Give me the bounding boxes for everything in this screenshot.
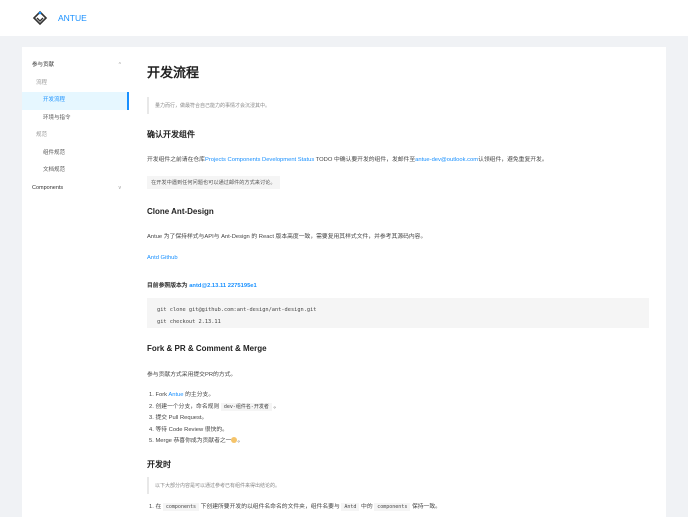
developing-list: 1. 在 components 下创建所要开发的以组件名命名的文件夹，组件名要与… bbox=[149, 501, 441, 513]
text: 认领组件，避免重复开发。 bbox=[478, 157, 548, 163]
content-card: 参与贡献 ^ 流程 开发流程 环境与指令 规范 组件规范 文档规范 Compone… bbox=[22, 47, 666, 517]
menu-item-doc-standards[interactable]: 文档规范 bbox=[22, 162, 129, 180]
pr-steps-list: 1. Fork Antue 的主分支。 2. 创建一个分支，命名规则 dev-组… bbox=[149, 389, 279, 447]
intro-quote: 量力而行，做最符合自己能力的事情才会沉浸其中。 bbox=[147, 97, 652, 114]
num: 1. bbox=[149, 392, 154, 398]
text: 的主分支。 bbox=[183, 392, 215, 398]
sidebar-menu: 参与贡献 ^ 流程 开发流程 环境与指令 规范 组件规范 文档规范 Compone… bbox=[22, 57, 129, 197]
text: 保持一致。 bbox=[410, 504, 441, 510]
num: 3. bbox=[149, 415, 154, 421]
menu-label: 参与贡献 bbox=[32, 62, 55, 68]
text: TODO 中确认要开发的组件，发邮件至 bbox=[314, 157, 416, 163]
text: 。 bbox=[271, 403, 280, 410]
text: 开发组件之前请在仓库 bbox=[147, 157, 205, 163]
menu-group-standards: 规范 bbox=[36, 132, 48, 138]
list-item: 2. 创建一个分支，命名规则 dev-组件名-开发者 。 bbox=[149, 401, 279, 413]
email-link[interactable]: antue-dev@outlook.com bbox=[415, 157, 478, 163]
num: 1. bbox=[149, 504, 154, 510]
heading-confirm: 确认开发组件 bbox=[147, 130, 195, 139]
menu-item-component-standards[interactable]: 组件规范 bbox=[22, 145, 129, 163]
page-title: 开发流程 bbox=[147, 65, 200, 80]
heading-fork-pr: Fork & PR & Comment & Merge bbox=[147, 344, 267, 353]
text: 。 bbox=[237, 438, 244, 444]
antue-link[interactable]: Antue bbox=[168, 392, 183, 398]
inline-code: components bbox=[162, 503, 199, 511]
menu-label: Components bbox=[32, 184, 64, 191]
inline-code: Antd bbox=[341, 503, 360, 511]
num: 4. bbox=[149, 426, 154, 433]
menu-group-process: 流程 bbox=[36, 79, 48, 86]
menu-item-env-commands[interactable]: 环境与指令 bbox=[22, 110, 129, 128]
code-line: git clone git@github.com:ant-design/ant-… bbox=[157, 307, 317, 313]
list-item: 5. Merge 恭喜你成为贡献者之一。 bbox=[149, 435, 279, 447]
inline-code: dev-组件名-开发者 bbox=[220, 402, 272, 411]
antd-github-link[interactable]: Antd Github bbox=[147, 255, 178, 261]
developing-quote: 以下大部分内容是可以通过参考已有组件来得出结论的。 bbox=[147, 477, 652, 494]
version-line: 目前参照版本为 antd@2.13.11 2275195e1 bbox=[147, 280, 257, 289]
antue-logo-icon bbox=[32, 10, 48, 26]
num: 5. bbox=[149, 438, 154, 444]
code-line: git checkout 2.13.11 bbox=[157, 319, 221, 325]
list-item: 1. Fork Antue 的主分支。 bbox=[149, 389, 279, 401]
chevron-up-icon: ^ bbox=[118, 62, 121, 68]
num: 2. bbox=[149, 403, 154, 410]
brand-name[interactable]: ANTUE bbox=[58, 13, 87, 23]
menu-group-contribute[interactable]: 参与贡献 ^ bbox=[22, 57, 129, 75]
clone-paragraph: Antue 为了保持样式与API与 Ant-Design 的 React 版本高… bbox=[147, 234, 427, 240]
inline-code: components bbox=[374, 503, 411, 511]
text: 下创建所要开发的以组件名命名的文件夹，组件名要与 bbox=[199, 504, 342, 510]
heading-clone: Clone Ant-Design bbox=[147, 207, 214, 216]
text: 等待 Code Review 很快的。 bbox=[155, 426, 228, 433]
heading-developing: 开发时 bbox=[147, 460, 171, 469]
list-item: 4. 等待 Code Review 很快的。 bbox=[149, 424, 279, 436]
text: Fork bbox=[155, 392, 169, 398]
top-header: ANTUE bbox=[0, 0, 688, 36]
text: 创建一个分支，命名规则 bbox=[155, 403, 221, 410]
projects-link[interactable]: Projects Components Development Status bbox=[205, 157, 314, 163]
menu-item-dev-process[interactable]: 开发流程 bbox=[22, 92, 129, 110]
text: 在 bbox=[155, 504, 163, 510]
code-block: git clone git@github.com:ant-design/ant-… bbox=[147, 298, 649, 328]
list-item: 3. 提交 Pull Request。 bbox=[149, 412, 279, 424]
menu-group-components[interactable]: Components v bbox=[22, 180, 129, 198]
list-item: 1. 在 components 下创建所要开发的以组件名命名的文件夹，组件名要与… bbox=[149, 501, 441, 513]
text: Merge 恭喜你成为贡献者之一 bbox=[155, 438, 232, 444]
text: 目前参照版本为 bbox=[147, 283, 190, 289]
chevron-down-icon: v bbox=[118, 184, 122, 191]
version-link[interactable]: antd@2.13.11 2275195e1 bbox=[189, 283, 257, 289]
text: 提交 Pull Request。 bbox=[155, 415, 208, 421]
discussion-note: 在开发中遇到任何问题也可以通过邮件的方式来讨论。 bbox=[147, 176, 280, 189]
confirm-paragraph: 开发组件之前请在仓库Projects Components Developmen… bbox=[147, 154, 548, 163]
text: 中的 bbox=[359, 504, 375, 510]
pr-paragraph: 参与贡献方式采用提交PR的方式。 bbox=[147, 372, 237, 378]
